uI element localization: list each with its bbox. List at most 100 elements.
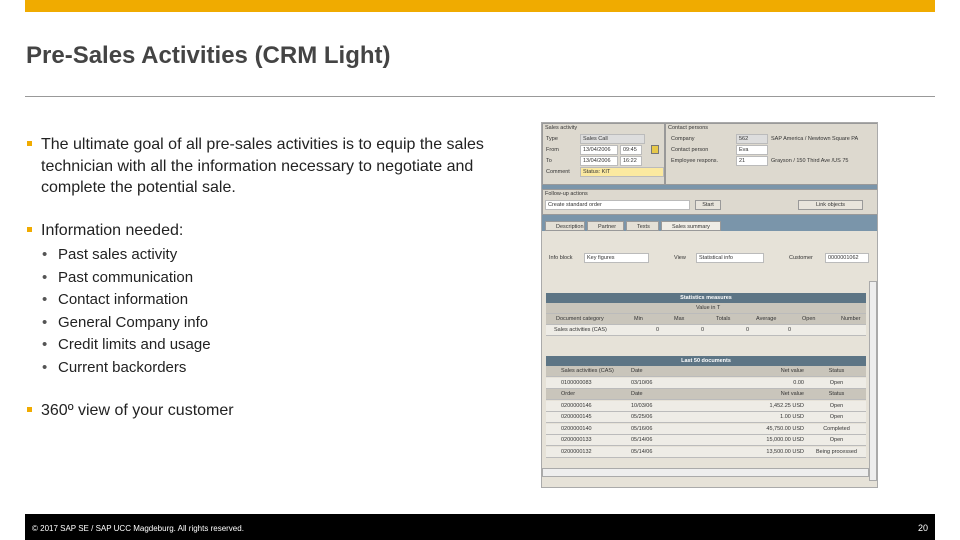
- horizontal-scrollbar[interactable]: [542, 468, 869, 477]
- cell: Min: [634, 316, 643, 322]
- label: View: [674, 255, 686, 261]
- follow-up-select[interactable]: Create standard order: [545, 200, 690, 210]
- cell: 05/25/06: [631, 414, 653, 420]
- comment-field[interactable]: Status: KIT: [580, 167, 664, 177]
- cell: 1.00 USD: [780, 414, 804, 420]
- bullet-text: The ultimate goal of all pre-sales activ…: [41, 136, 484, 196]
- cell: 1,452.25 USD: [769, 402, 804, 409]
- table-row: 0200000145 05/25/06 1.00 USD Open: [546, 412, 866, 423]
- bullet-view: 360º view of your customer: [27, 400, 507, 422]
- company-name: SAP America / Newtown Square PA: [771, 136, 859, 142]
- contact-persons-group: Contact persons Company 562 SAP America …: [665, 123, 877, 185]
- group-title: Follow-up actions: [545, 191, 588, 197]
- cell: Open: [829, 402, 844, 409]
- label: Company: [671, 136, 695, 142]
- cell: Open: [829, 379, 844, 386]
- view-select[interactable]: Statistical info: [696, 253, 764, 263]
- list-item: Contact information: [42, 289, 211, 312]
- cell: Net value: [780, 391, 804, 397]
- cell: Status: [828, 368, 845, 374]
- cell: 45,750.00 USD: [766, 425, 804, 432]
- bullet-goal: The ultimate goal of all pre-sales activ…: [27, 134, 507, 199]
- bullet-info: Information needed:: [27, 220, 507, 242]
- cell[interactable]: 0200000140: [561, 424, 592, 435]
- start-button[interactable]: Start: [695, 200, 721, 210]
- customer-field[interactable]: 0000001062: [825, 253, 869, 263]
- group-title: Sales activity: [545, 125, 578, 131]
- list-item: Credit limits and usage: [42, 334, 211, 357]
- cell: Status: [828, 391, 845, 397]
- cell[interactable]: 0100000083: [561, 378, 592, 389]
- cell: 10/03/06: [631, 402, 653, 409]
- info-list: Past sales activity Past communication C…: [42, 244, 211, 380]
- brand-bar: [25, 0, 935, 12]
- cell: Totals: [716, 316, 731, 322]
- cell: Open: [802, 316, 816, 322]
- list-item: Past communication: [42, 267, 211, 290]
- list-item: General Company info: [42, 312, 211, 335]
- cell: Number: [841, 316, 861, 322]
- cell: 0: [656, 327, 660, 333]
- info-block-select[interactable]: Key figures: [584, 253, 649, 263]
- tab-partner[interactable]: Partner: [587, 221, 624, 231]
- to-date-field[interactable]: 13/04/2006: [580, 156, 618, 166]
- company-id-field[interactable]: 562: [736, 134, 768, 144]
- from-date-field[interactable]: 13/04/2006: [580, 145, 618, 155]
- table-row: Sales activities (CAS) 0 0 0 0: [546, 325, 866, 336]
- last-docs-header: Last 50 documents: [546, 356, 866, 366]
- cell: Completed: [823, 425, 850, 432]
- contact-person-field[interactable]: Eva Rosario: [736, 145, 768, 162]
- table-row: 0100000083 03/10/06 0.00 Open: [546, 377, 866, 389]
- cell: Net value: [780, 368, 804, 374]
- list-item: Current backorders: [42, 357, 211, 380]
- cell: Sales activities (CAS): [554, 327, 607, 333]
- label: Contact person: [671, 147, 709, 153]
- cell: Document category: [556, 316, 604, 322]
- follow-up-group: Follow-up actions Create standard order …: [542, 189, 877, 215]
- cell: Open: [829, 414, 844, 420]
- page-title: Pre-Sales Activities (CRM Light): [26, 42, 391, 69]
- type-field[interactable]: Sales Call: [580, 134, 645, 144]
- label: From: [546, 147, 559, 153]
- tab-sales-summary[interactable]: Sales summary: [661, 221, 721, 231]
- cell: 15,000.00 USD: [766, 437, 804, 443]
- cell[interactable]: 0200000146: [561, 401, 592, 412]
- sap-screenshot: Sales activity Type Sales Call From 13/0…: [541, 122, 878, 488]
- label: Info block: [549, 255, 573, 261]
- calendar-icon[interactable]: [651, 145, 659, 154]
- link-objects-button[interactable]: Link objects: [798, 200, 863, 210]
- table-row: 0200000132 05/14/06 13,500.00 USD Being pro…: [546, 446, 866, 458]
- to-time-field[interactable]: 16:22: [620, 156, 642, 166]
- table-header-row: Sales activities (CAS) Date Net value Statu…: [546, 366, 866, 377]
- cell: Open: [829, 437, 844, 443]
- content-area: Info block Key figures View Statistical …: [542, 231, 877, 487]
- from-time-field[interactable]: 09:45: [620, 145, 642, 155]
- last-docs-table: Sales activities (CAS) Date Net value Statu…: [546, 366, 866, 466]
- vertical-scrollbar[interactable]: [869, 281, 877, 481]
- copyright: © 2017 SAP SE / SAP UCC Magdeburg. All r…: [32, 524, 244, 533]
- cell[interactable]: 0200000145: [561, 412, 592, 423]
- tab-description[interactable]: Description: [545, 221, 585, 231]
- sales-activity-group: Sales activity Type Sales Call From 13/0…: [542, 123, 665, 185]
- table-row: 0200000140 05/16/06 45,750.00 USD Completed: [546, 423, 866, 435]
- bullet-text: 360º view of your customer: [41, 402, 234, 419]
- list-item: Past sales activity: [42, 244, 211, 267]
- cell: 0: [746, 327, 750, 333]
- cell: Value in T: [696, 305, 721, 311]
- tab-texts[interactable]: Texts: [626, 221, 659, 231]
- cell[interactable]: 0200000132: [561, 447, 592, 458]
- cell[interactable]: 0200000133: [561, 435, 592, 446]
- page-number: 20: [917, 523, 928, 533]
- cell: 03/10/06: [631, 379, 653, 386]
- label: Employee respons.: [671, 158, 719, 164]
- bullet-text: Information needed:: [41, 222, 184, 239]
- table-row: 0200000146 10/03/06 1,452.25 USD Open: [546, 400, 866, 412]
- employee-field[interactable]: 21: [736, 156, 768, 166]
- cell: Date: [631, 368, 643, 374]
- employee-name: Grayson / 150 Third Ave /US 75: [771, 158, 849, 164]
- footer: © 2017 SAP SE / SAP UCC Magdeburg. All r…: [25, 514, 935, 540]
- cell: Sales activities (CAS): [561, 368, 614, 374]
- stats-header: Statistics measures: [546, 293, 866, 303]
- cell: 0.00: [793, 379, 804, 386]
- cell: 0: [701, 327, 705, 333]
